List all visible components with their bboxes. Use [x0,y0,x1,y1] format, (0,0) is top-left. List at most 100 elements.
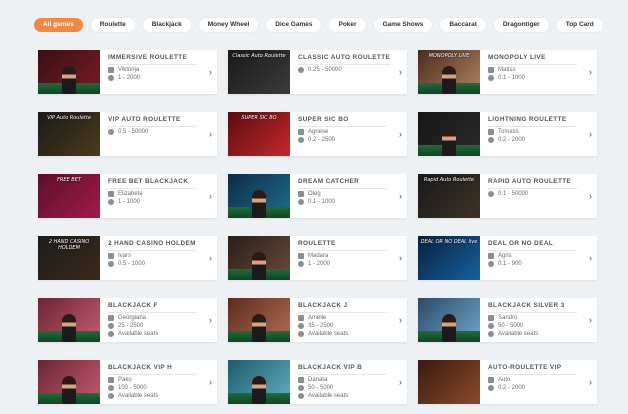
chevron-right-icon[interactable]: › [209,129,212,139]
chevron-right-icon[interactable]: › [399,67,402,77]
chevron-right-icon[interactable]: › [399,191,402,201]
dealer-icon [488,129,494,135]
dealer-name: Madara [298,253,407,259]
game-card[interactable]: DREAM CATCHER Oleg 0.1 - 1000 › [228,174,407,218]
game-title[interactable]: DREAM CATCHER [298,178,387,189]
bet-limits-text: 0.1 - 900 [498,261,522,267]
game-card[interactable]: VIP Auto Roulette VIP AUTO ROULETTE 0.5 - … [38,112,217,156]
chevron-right-icon[interactable]: › [589,67,592,77]
game-thumbnail[interactable] [228,236,290,280]
game-title[interactable]: BLACKJACK J [298,302,387,313]
game-card[interactable]: LIGHTNING ROULETTE Tomass 0.2 - 2000 › [418,112,597,156]
game-title[interactable]: IMMERSIVE ROULETTE [108,54,197,65]
game-title[interactable]: FREE BET BLACKJACK [108,178,197,189]
game-category-filters: All games Roulette Blackjack Money Wheel Dic… [34,18,603,32]
game-card[interactable]: IMMERSIVE ROULETTE Viktorija 1 - 2000 › [38,50,217,94]
game-title[interactable]: 2 HAND CASINO HOLDEM [108,240,197,251]
filter-chip-money-wheel[interactable]: Money Wheel [198,18,259,32]
game-title[interactable]: AUTO-ROULETTE VIP [488,364,577,375]
chevron-right-icon[interactable]: › [589,377,592,387]
game-thumbnail[interactable] [228,298,290,342]
game-thumbnail[interactable]: MONOPOLY LIVE [418,50,480,94]
chevron-right-icon[interactable]: › [399,377,402,387]
game-card[interactable]: BLACKJACK SILVER 3 Sandro 50 - 5000 Availab… [418,298,597,342]
game-card[interactable]: DEAL OR NO DEAL live DEAL OR NO DEAL Agris… [418,236,597,280]
game-card[interactable]: Rapid Auto Roulette RAPID AUTO ROULETTE 0.… [418,174,597,218]
bet-limits-text: 50 - 5000 [308,385,334,391]
game-thumbnail[interactable]: 2 HAND CASINO HOLDEM [38,236,100,280]
game-card[interactable]: 2 HAND CASINO HOLDEM 2 HAND CASINO HOLDEM… [38,236,217,280]
chevron-right-icon[interactable]: › [399,315,402,325]
filter-chip-poker[interactable]: Poker [329,18,366,32]
game-thumbnail[interactable] [228,174,290,218]
game-thumbnail[interactable] [418,112,480,156]
game-thumbnail[interactable] [418,360,480,404]
dealer-name-text: Pako [118,377,132,383]
game-title[interactable]: ROULETTE [298,240,387,251]
game-title[interactable]: MONOPOLY LIVE [488,54,577,65]
filter-chip-dragontiger[interactable]: Dragontiger [493,18,549,32]
game-info: SUPER SIC BO Agnese 0.2 - 2500 [290,112,407,156]
chevron-right-icon[interactable]: › [399,129,402,139]
game-thumbnail[interactable] [38,360,100,404]
chevron-right-icon[interactable]: › [209,67,212,77]
game-card[interactable]: BLACKJACK VIP H Pako 100 - 5000 Available s… [38,360,217,404]
game-card[interactable]: BLACKJACK VIP B Danata 50 - 5000 Available … [228,360,407,404]
chip-icon [488,323,494,329]
filter-chip-all-games[interactable]: All games [34,18,83,32]
game-title[interactable]: LIGHTNING ROULETTE [488,116,577,127]
game-thumbnail[interactable]: VIP Auto Roulette [38,112,100,156]
game-title[interactable]: CLASSIC AUTO ROULETTE [298,54,391,65]
chevron-right-icon[interactable]: › [589,129,592,139]
dealer-name: Ivars [108,253,217,259]
game-card[interactable]: FREE BET FREE BET BLACKJACK Elizabete 1 - 1… [38,174,217,218]
game-thumbnail[interactable] [228,360,290,404]
game-card[interactable]: BLACKJACK F Georgiana 25 - 2500 Available s… [38,298,217,342]
game-thumbnail[interactable]: Rapid Auto Roulette [418,174,480,218]
filter-chip-game-shows[interactable]: Game Shows [373,18,433,32]
game-title[interactable]: BLACKJACK VIP H [108,364,197,375]
game-title[interactable]: DEAL OR NO DEAL [488,240,577,251]
chip-icon [298,137,304,143]
chevron-right-icon[interactable]: › [209,315,212,325]
game-card[interactable]: ROULETTE Madara 1 - 2000 › [228,236,407,280]
game-info: RAPID AUTO ROULETTE 0.1 - 50000 [480,174,597,218]
dealer-name: Pako [108,377,217,383]
game-thumbnail[interactable] [418,298,480,342]
chevron-right-icon[interactable]: › [589,253,592,263]
game-card[interactable]: AUTO-ROULETTE VIP Auto 0.2 - 2000 › [418,360,597,404]
game-thumbnail[interactable] [38,50,100,94]
game-card[interactable]: Classic Auto Roulette CLASSIC AUTO ROULET… [228,50,407,94]
filter-chip-baccarat[interactable]: Baccarat [440,18,486,32]
filter-chip-top-card[interactable]: Top Card [556,18,603,32]
dealer-name: Sandro [488,315,597,321]
filter-chip-dice-games[interactable]: Dice Games [266,18,322,32]
game-title[interactable]: BLACKJACK SILVER 3 [488,302,577,313]
bet-limits: 50 - 5000 [298,385,407,391]
chevron-right-icon[interactable]: › [209,191,212,201]
dealer-name: Elizabete [108,191,217,197]
chevron-right-icon[interactable]: › [399,253,402,263]
game-card[interactable]: BLACKJACK J Amelie 35 - 2500 Available seat… [228,298,407,342]
filter-chip-roulette[interactable]: Roulette [90,18,135,32]
filter-chip-blackjack[interactable]: Blackjack [142,18,191,32]
chevron-right-icon[interactable]: › [589,315,592,325]
game-title[interactable]: BLACKJACK F [108,302,197,313]
game-thumbnail[interactable] [38,298,100,342]
game-card[interactable]: SUPER SIC BO SUPER SIC BO Agnese 0.2 - 2500… [228,112,407,156]
bet-limits-text: 50 - 5000 [498,323,524,329]
dealer-name-text: Ivars [118,253,132,259]
game-title[interactable]: RAPID AUTO ROULETTE [488,178,577,189]
game-info: IMMERSIVE ROULETTE Viktorija 1 - 2000 [100,50,217,94]
chevron-right-icon[interactable]: › [589,191,592,201]
game-thumbnail[interactable]: FREE BET [38,174,100,218]
game-thumbnail[interactable]: SUPER SIC BO [228,112,290,156]
chevron-right-icon[interactable]: › [209,253,212,263]
game-title[interactable]: SUPER SIC BO [298,116,387,127]
chevron-right-icon[interactable]: › [209,377,212,387]
game-title[interactable]: VIP AUTO ROULETTE [108,116,197,127]
game-card[interactable]: MONOPOLY LIVE MONOPOLY LIVE Matiss 0.1 - 10… [418,50,597,94]
game-thumbnail[interactable]: Classic Auto Roulette [228,50,290,94]
game-title[interactable]: BLACKJACK VIP B [298,364,387,375]
game-thumbnail[interactable]: DEAL OR NO DEAL live [418,236,480,280]
